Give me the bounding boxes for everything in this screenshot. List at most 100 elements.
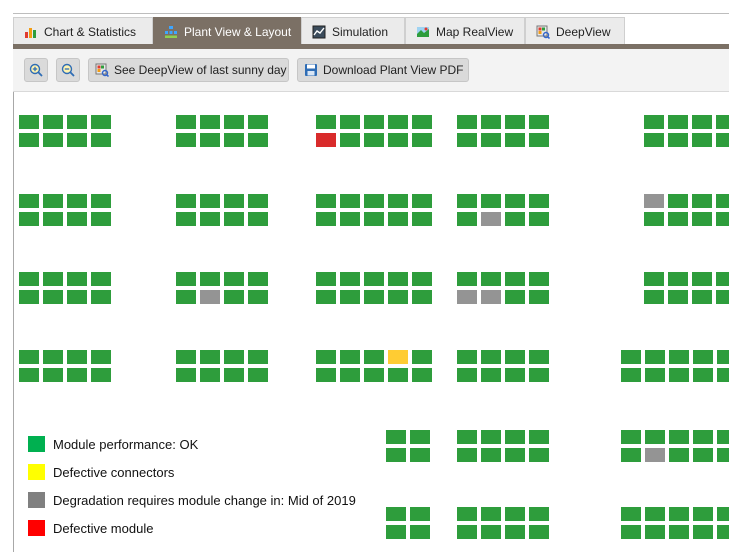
- module-cell-ok[interactable]: [316, 350, 336, 364]
- module-cell-ok[interactable]: [19, 212, 39, 226]
- module-cell-ok[interactable]: [43, 212, 63, 226]
- module-cell-ok[interactable]: [716, 194, 729, 208]
- module-cell-ok[interactable]: [457, 368, 477, 382]
- module-cell-ok[interactable]: [316, 272, 336, 286]
- module-cell-ok[interactable]: [716, 212, 729, 226]
- module-cell-ok[interactable]: [248, 194, 268, 208]
- module-cell-ok[interactable]: [248, 290, 268, 304]
- module-cell-ok[interactable]: [716, 115, 729, 129]
- module-cell-ok[interactable]: [176, 290, 196, 304]
- module-cell-ok[interactable]: [364, 212, 384, 226]
- module-cell-ok[interactable]: [67, 272, 87, 286]
- module-cell-ok[interactable]: [717, 430, 729, 444]
- module-cell-ok[interactable]: [364, 115, 384, 129]
- module-cell-ok[interactable]: [91, 350, 111, 364]
- module-cell-ok[interactable]: [645, 350, 665, 364]
- module-cell-ok[interactable]: [645, 525, 665, 539]
- module-cell-ok[interactable]: [316, 115, 336, 129]
- module-cell-ok[interactable]: [91, 212, 111, 226]
- module-cell-ok[interactable]: [200, 212, 220, 226]
- module-cell-ok[interactable]: [364, 350, 384, 364]
- module-cell-ok[interactable]: [176, 133, 196, 147]
- module-cell-ok[interactable]: [621, 430, 641, 444]
- module-cell-ok[interactable]: [340, 368, 360, 382]
- module-cell-ok[interactable]: [692, 212, 712, 226]
- module-cell-ok[interactable]: [505, 430, 525, 444]
- module-cell-ok[interactable]: [67, 115, 87, 129]
- module-cell-ok[interactable]: [693, 507, 713, 521]
- module-cell-ok[interactable]: [505, 272, 525, 286]
- module-cell-ok[interactable]: [340, 115, 360, 129]
- module-cell-ok[interactable]: [388, 133, 408, 147]
- module-cell-ok[interactable]: [91, 368, 111, 382]
- module-cell-ok[interactable]: [248, 212, 268, 226]
- module-cell-ok[interactable]: [505, 212, 525, 226]
- module-cell-ok[interactable]: [224, 272, 244, 286]
- module-cell-ok[interactable]: [43, 272, 63, 286]
- module-cell-ok[interactable]: [481, 430, 501, 444]
- module-cell-ok[interactable]: [481, 525, 501, 539]
- module-cell-ok[interactable]: [692, 290, 712, 304]
- module-cell-ok[interactable]: [412, 272, 432, 286]
- module-cell-ok[interactable]: [224, 212, 244, 226]
- module-cell-ok[interactable]: [644, 290, 664, 304]
- module-cell-ok[interactable]: [529, 350, 549, 364]
- module-cell-ok[interactable]: [19, 133, 39, 147]
- module-cell-connectors[interactable]: [388, 350, 408, 364]
- module-cell-ok[interactable]: [457, 350, 477, 364]
- module-cell-ok[interactable]: [645, 368, 665, 382]
- module-cell-ok[interactable]: [386, 507, 406, 521]
- module-cell-ok[interactable]: [529, 212, 549, 226]
- module-cell-ok[interactable]: [364, 194, 384, 208]
- module-cell-ok[interactable]: [693, 430, 713, 444]
- module-cell-ok[interactable]: [644, 115, 664, 129]
- module-cell-ok[interactable]: [669, 507, 689, 521]
- module-cell-ok[interactable]: [717, 507, 729, 521]
- module-cell-ok[interactable]: [340, 212, 360, 226]
- module-cell-ok[interactable]: [19, 290, 39, 304]
- tab-deepview[interactable]: DeepView: [525, 17, 625, 45]
- module-cell-ok[interactable]: [364, 368, 384, 382]
- module-cell-ok[interactable]: [224, 194, 244, 208]
- module-cell-degradation[interactable]: [481, 212, 501, 226]
- module-cell-ok[interactable]: [621, 507, 641, 521]
- module-cell-ok[interactable]: [481, 272, 501, 286]
- module-cell-ok[interactable]: [668, 272, 688, 286]
- module-cell-ok[interactable]: [505, 290, 525, 304]
- module-cell-ok[interactable]: [505, 194, 525, 208]
- module-cell-ok[interactable]: [43, 290, 63, 304]
- module-cell-ok[interactable]: [224, 115, 244, 129]
- module-cell-ok[interactable]: [412, 350, 432, 364]
- module-cell-ok[interactable]: [224, 368, 244, 382]
- module-cell-ok[interactable]: [200, 133, 220, 147]
- module-cell-ok[interactable]: [668, 194, 688, 208]
- module-cell-ok[interactable]: [529, 448, 549, 462]
- module-cell-ok[interactable]: [457, 507, 477, 521]
- module-cell-ok[interactable]: [529, 507, 549, 521]
- module-cell-ok[interactable]: [481, 350, 501, 364]
- module-cell-ok[interactable]: [43, 115, 63, 129]
- module-cell-ok[interactable]: [248, 272, 268, 286]
- module-cell-ok[interactable]: [692, 133, 712, 147]
- module-cell-ok[interactable]: [91, 272, 111, 286]
- module-cell-ok[interactable]: [388, 272, 408, 286]
- module-cell-ok[interactable]: [481, 507, 501, 521]
- module-cell-ok[interactable]: [668, 133, 688, 147]
- tab-simulation[interactable]: Simulation: [301, 17, 405, 45]
- module-cell-ok[interactable]: [505, 448, 525, 462]
- tab-map-realview[interactable]: Map RealView: [405, 17, 525, 45]
- module-cell-ok[interactable]: [91, 290, 111, 304]
- module-cell-ok[interactable]: [316, 212, 336, 226]
- module-cell-ok[interactable]: [457, 430, 477, 444]
- module-cell-ok[interactable]: [412, 290, 432, 304]
- tab-plant-view-layout[interactable]: Plant View & Layout: [153, 17, 301, 45]
- module-cell-ok[interactable]: [505, 115, 525, 129]
- module-cell-ok[interactable]: [645, 507, 665, 521]
- module-cell-ok[interactable]: [19, 115, 39, 129]
- module-cell-ok[interactable]: [717, 368, 729, 382]
- module-cell-ok[interactable]: [386, 430, 406, 444]
- module-cell-ok[interactable]: [388, 212, 408, 226]
- module-cell-ok[interactable]: [340, 350, 360, 364]
- module-cell-ok[interactable]: [19, 350, 39, 364]
- module-cell-ok[interactable]: [43, 133, 63, 147]
